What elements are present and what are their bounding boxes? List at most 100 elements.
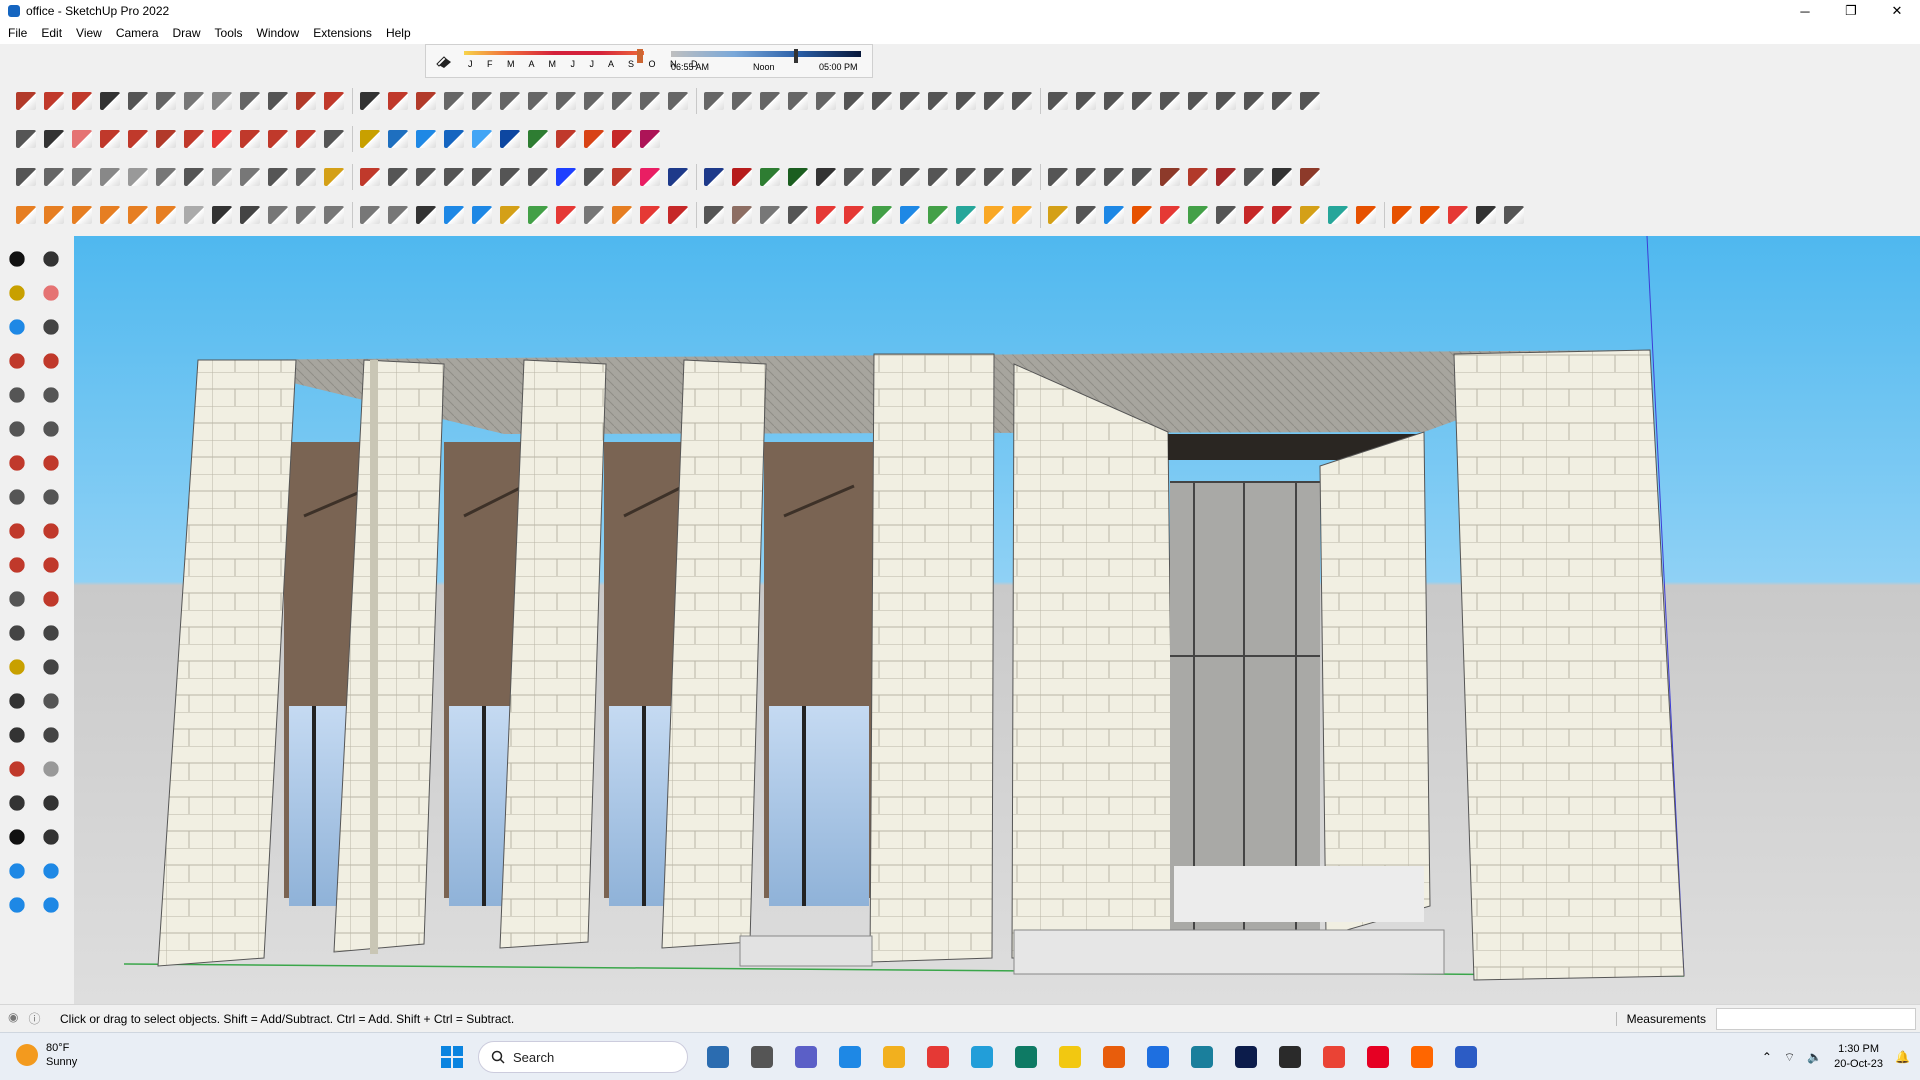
row1-tool-button[interactable] bbox=[580, 87, 608, 115]
row3-tool-button[interactable] bbox=[384, 163, 412, 191]
row4-tool-button[interactable] bbox=[1008, 201, 1036, 229]
weather-widget[interactable]: 80°F Sunny bbox=[16, 1041, 77, 1069]
soundcloud-taskbar-button[interactable] bbox=[1400, 1039, 1444, 1075]
row2-tool-button[interactable] bbox=[152, 125, 180, 153]
row1-tool-button[interactable] bbox=[320, 87, 348, 115]
row4-tool-button[interactable] bbox=[440, 201, 468, 229]
shadows-tool-tool[interactable] bbox=[36, 890, 70, 924]
row1-tool-button[interactable] bbox=[1156, 87, 1184, 115]
row3-tool-button[interactable] bbox=[1008, 163, 1036, 191]
row4-tool-button[interactable] bbox=[636, 201, 664, 229]
move-tool[interactable] bbox=[2, 516, 36, 550]
row3-tool-button[interactable] bbox=[1100, 163, 1128, 191]
row2-tool-button[interactable] bbox=[96, 125, 124, 153]
row1-tool-button[interactable] bbox=[96, 87, 124, 115]
calendar-taskbar-button[interactable] bbox=[828, 1039, 872, 1075]
row4-tool-button[interactable] bbox=[1128, 201, 1156, 229]
row1-tool-button[interactable] bbox=[384, 87, 412, 115]
row1-tool-button[interactable] bbox=[840, 87, 868, 115]
row4-tool-button[interactable] bbox=[12, 201, 40, 229]
row1-tool-button[interactable] bbox=[812, 87, 840, 115]
row1-tool-button[interactable] bbox=[980, 87, 1008, 115]
follow-me-tool[interactable] bbox=[36, 482, 70, 516]
zoom-window-tool[interactable] bbox=[36, 720, 70, 754]
row3-tool-button[interactable] bbox=[96, 163, 124, 191]
row4-tool-button[interactable] bbox=[1416, 201, 1444, 229]
arc-3pt-tool[interactable] bbox=[2, 482, 36, 516]
time-slider-thumb[interactable] bbox=[794, 49, 799, 63]
menu-draw[interactable]: Draw bbox=[173, 26, 201, 40]
row3-tool-button[interactable] bbox=[412, 163, 440, 191]
row4-tool-button[interactable] bbox=[980, 201, 1008, 229]
menu-file[interactable]: File bbox=[8, 26, 27, 40]
row4-tool-button[interactable] bbox=[1100, 201, 1128, 229]
orbit-tool[interactable] bbox=[36, 244, 70, 278]
previous-view-tool[interactable] bbox=[36, 754, 70, 788]
row3-tool-button[interactable] bbox=[896, 163, 924, 191]
clock[interactable]: 1:30 PM 20-Oct-23 bbox=[1834, 1042, 1883, 1072]
row3-tool-button[interactable] bbox=[236, 163, 264, 191]
taskbar-search[interactable]: Search bbox=[478, 1041, 688, 1073]
eraser-tool[interactable] bbox=[36, 278, 70, 312]
row1-tool-button[interactable] bbox=[1240, 87, 1268, 115]
rotate-tool[interactable] bbox=[2, 550, 36, 584]
row1-tool-button[interactable] bbox=[664, 87, 692, 115]
tape-measure-tool[interactable] bbox=[36, 584, 70, 618]
row1-tool-button[interactable] bbox=[1072, 87, 1100, 115]
row3-tool-button[interactable] bbox=[320, 163, 348, 191]
telegram-taskbar-button[interactable] bbox=[960, 1039, 1004, 1075]
row4-tool-button[interactable] bbox=[608, 201, 636, 229]
row3-tool-button[interactable] bbox=[496, 163, 524, 191]
row2-tool-button[interactable] bbox=[40, 125, 68, 153]
row2-tool-button[interactable] bbox=[12, 125, 40, 153]
row4-tool-button[interactable] bbox=[664, 201, 692, 229]
row1-tool-button[interactable] bbox=[292, 87, 320, 115]
row3-tool-button[interactable] bbox=[952, 163, 980, 191]
row1-tool-button[interactable] bbox=[124, 87, 152, 115]
row3-tool-button[interactable] bbox=[468, 163, 496, 191]
row1-tool-button[interactable] bbox=[868, 87, 896, 115]
model-viewport[interactable] bbox=[74, 236, 1920, 1004]
row4-tool-button[interactable] bbox=[356, 201, 384, 229]
row3-tool-button[interactable] bbox=[924, 163, 952, 191]
maximize-button[interactable]: ❐ bbox=[1828, 0, 1874, 22]
notification-bell-icon[interactable]: 🔔 bbox=[1895, 1050, 1910, 1064]
row4-tool-button[interactable] bbox=[292, 201, 320, 229]
row3-tool-button[interactable] bbox=[124, 163, 152, 191]
row1-tool-button[interactable] bbox=[12, 87, 40, 115]
scenes-tool[interactable] bbox=[2, 890, 36, 924]
row4-tool-button[interactable] bbox=[812, 201, 840, 229]
position-camera-tool[interactable] bbox=[2, 788, 36, 822]
row3-tool-button[interactable] bbox=[580, 163, 608, 191]
network-wifi-icon[interactable]: ⌔ bbox=[1784, 1050, 1795, 1065]
row3-tool-button[interactable] bbox=[180, 163, 208, 191]
row4-tool-button[interactable] bbox=[264, 201, 292, 229]
row3-tool-button[interactable] bbox=[608, 163, 636, 191]
row2-tool-button[interactable] bbox=[440, 125, 468, 153]
row1-tool-button[interactable] bbox=[1296, 87, 1324, 115]
row2-tool-button[interactable] bbox=[236, 125, 264, 153]
chevron-up-icon[interactable]: ⌃ bbox=[1762, 1050, 1772, 1064]
push-pull-tool[interactable] bbox=[36, 516, 70, 550]
row1-tool-button[interactable] bbox=[496, 87, 524, 115]
row1-tool-button[interactable] bbox=[1212, 87, 1240, 115]
info-icon[interactable]: ⓘ bbox=[28, 1010, 40, 1027]
pie-tool[interactable] bbox=[36, 448, 70, 482]
row3-tool-button[interactable] bbox=[756, 163, 784, 191]
axes-tool[interactable] bbox=[36, 652, 70, 686]
row4-tool-button[interactable] bbox=[152, 201, 180, 229]
google-drive-taskbar-button[interactable] bbox=[1268, 1039, 1312, 1075]
sketchup-active-taskbar-button[interactable] bbox=[1444, 1039, 1488, 1075]
row3-tool-button[interactable] bbox=[292, 163, 320, 191]
file-explorer-taskbar-button[interactable] bbox=[872, 1039, 916, 1075]
row4-tool-button[interactable] bbox=[1184, 201, 1212, 229]
row4-tool-button[interactable] bbox=[924, 201, 952, 229]
row3-tool-button[interactable] bbox=[440, 163, 468, 191]
geolocation-icon[interactable]: ◉ bbox=[8, 1010, 18, 1027]
row4-tool-button[interactable] bbox=[728, 201, 756, 229]
row2-tool-button[interactable] bbox=[68, 125, 96, 153]
row4-tool-button[interactable] bbox=[384, 201, 412, 229]
row1-tool-button[interactable] bbox=[236, 87, 264, 115]
measurements-input[interactable] bbox=[1716, 1008, 1916, 1030]
row1-tool-button[interactable] bbox=[1044, 87, 1072, 115]
